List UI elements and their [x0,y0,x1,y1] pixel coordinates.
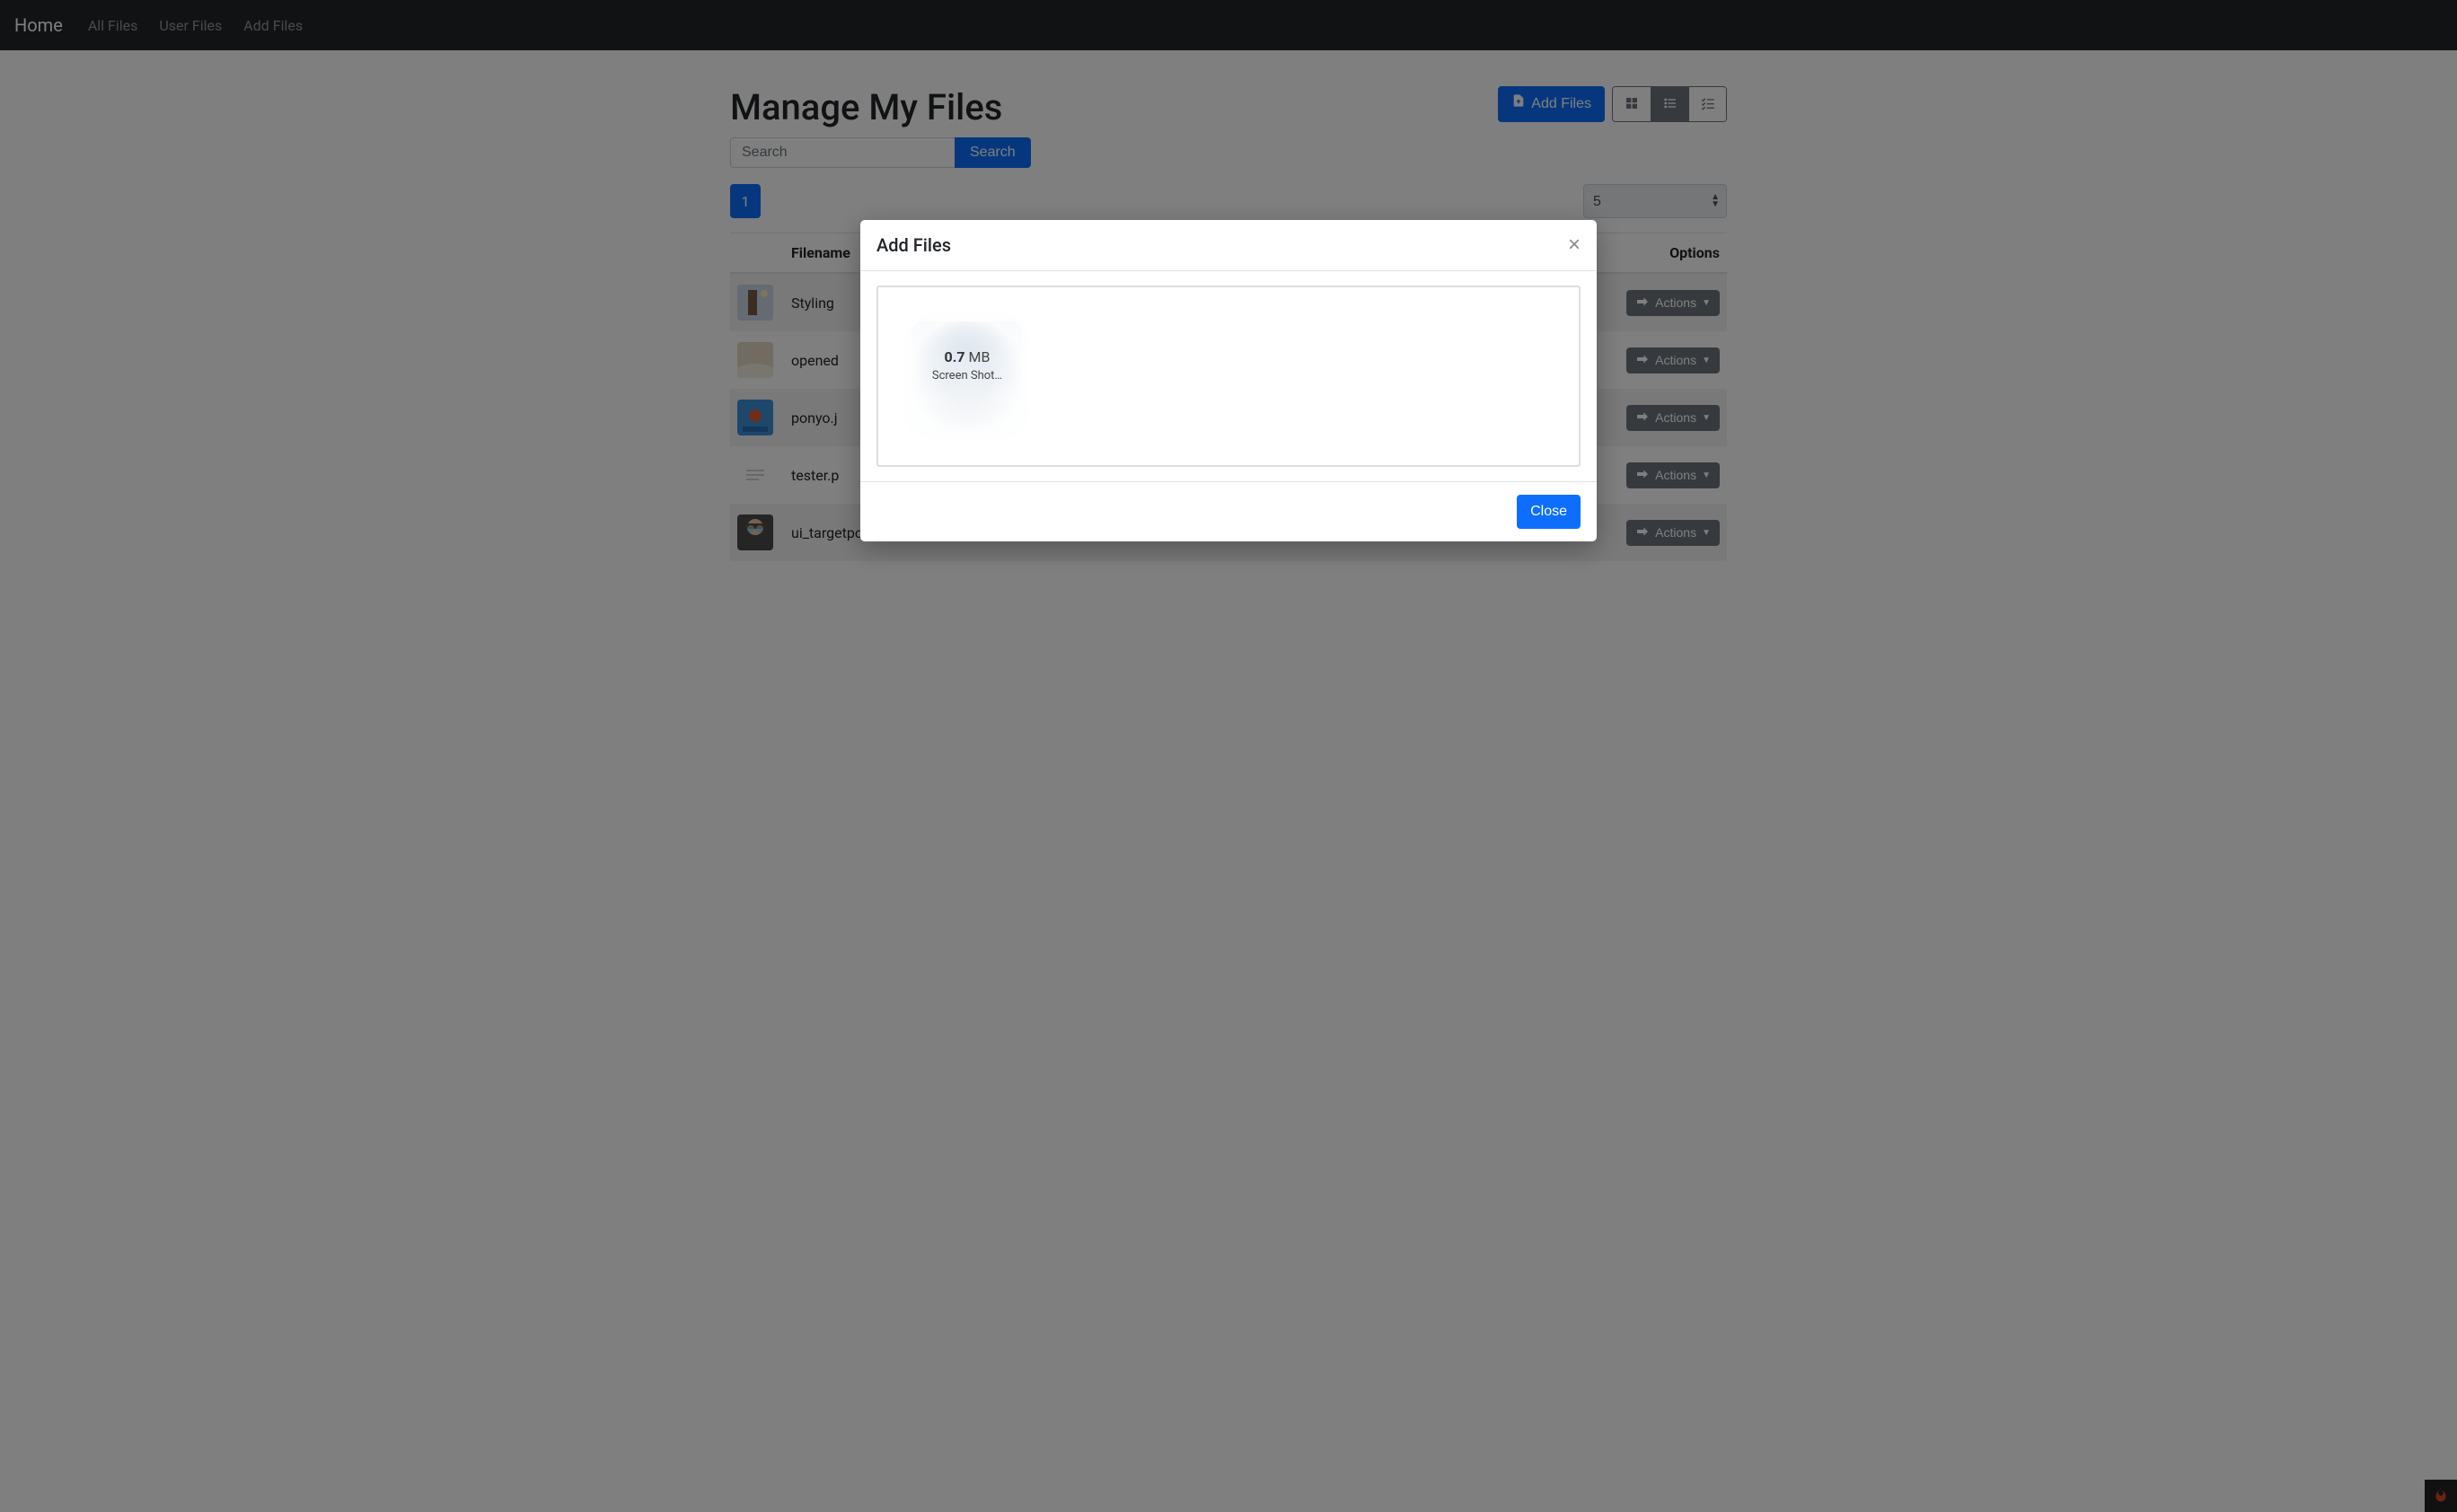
modal-close-button[interactable]: × [1568,234,1581,256]
modal-header: Add Files × [860,220,1597,271]
add-files-modal: Add Files × 0.7 MB Screen Shot… Close [0,0,2457,541]
modal-close-footer-button[interactable]: Close [1517,495,1581,529]
file-preview[interactable]: 0.7 MB Screen Shot… [912,321,1022,431]
upload-file-name: Screen Shot… [932,369,1002,382]
upload-file-size: 0.7 MB [945,348,991,365]
modal-footer: Close [860,481,1597,541]
close-icon: × [1568,233,1581,257]
dropzone[interactable]: 0.7 MB Screen Shot… [876,286,1581,467]
modal-title: Add Files [876,234,951,256]
